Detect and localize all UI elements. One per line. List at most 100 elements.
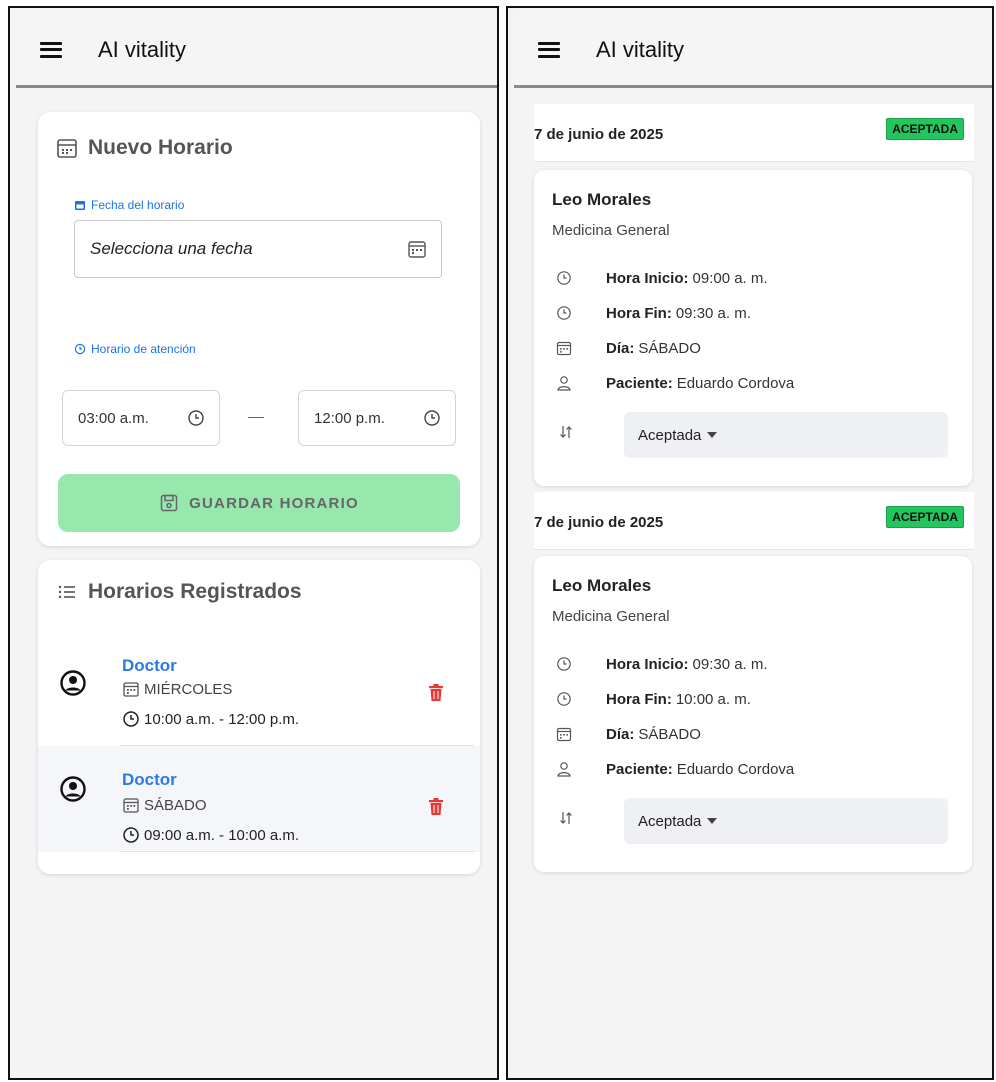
left-screen: AI vitality Nuevo Horario Fecha del hora… bbox=[8, 6, 499, 1080]
save-schedule-label: GUARDAR HORARIO bbox=[189, 494, 359, 512]
time-range-separator bbox=[248, 417, 264, 418]
save-icon bbox=[160, 494, 178, 512]
calendar-small-icon bbox=[75, 201, 85, 210]
chevron-down-icon bbox=[707, 818, 718, 824]
day-label: Día: bbox=[606, 339, 635, 357]
calendar-icon bbox=[57, 139, 77, 158]
date-field-label: Fecha del horario bbox=[74, 198, 184, 212]
doctor-name: Leo Morales bbox=[552, 190, 652, 209]
clock-icon bbox=[557, 692, 571, 706]
status-badge: ACEPTADA bbox=[886, 506, 964, 528]
schedule-item: Doctor SÁBADO 09:00 a.m. - 10:00 a.m. bbox=[38, 746, 480, 852]
end-time-value: 10:00 a. m. bbox=[675, 690, 751, 708]
patient-row: Paciente: Eduardo Cordova bbox=[556, 758, 794, 780]
schedule-doctor-name: Doctor bbox=[122, 656, 177, 675]
appointment-date: 7 de junio de 2025 bbox=[534, 514, 664, 531]
swap-vertical-icon bbox=[560, 812, 572, 824]
appointment-card: Leo Morales Medicina General Hora Inicio… bbox=[534, 556, 972, 872]
clock-icon[interactable] bbox=[187, 409, 205, 427]
start-time-label: Hora Inicio: bbox=[606, 655, 689, 673]
right-screen: AI vitality 7 de junio de 2025 ACEPTADA … bbox=[506, 6, 994, 1080]
schedule-time: 10:00 a.m. - 12:00 p.m. bbox=[122, 710, 299, 728]
status-select-value: Aceptada bbox=[638, 812, 702, 830]
hours-field-label: Horario de atención bbox=[74, 342, 196, 356]
day-value: SÁBADO bbox=[638, 725, 701, 743]
start-time-row: Hora Inicio: 09:00 a. m. bbox=[556, 267, 768, 289]
clock-small-icon bbox=[74, 343, 86, 355]
delete-icon[interactable] bbox=[428, 684, 444, 702]
person-icon bbox=[557, 762, 571, 777]
account-circle-icon bbox=[60, 670, 86, 696]
delete-icon[interactable] bbox=[428, 798, 444, 816]
appointment-date: 7 de junio de 2025 bbox=[534, 126, 664, 143]
patient-label: Paciente: bbox=[606, 760, 673, 778]
calendar-icon bbox=[123, 682, 139, 697]
status-select[interactable]: Aceptada bbox=[624, 798, 948, 844]
start-time-input[interactable]: 03:00 a.m. bbox=[62, 390, 220, 446]
doctor-specialty: Medicina General bbox=[552, 608, 670, 625]
registered-title: Horarios Registrados bbox=[56, 580, 302, 604]
calendar-icon bbox=[556, 341, 572, 356]
start-time-row: Hora Inicio: 09:30 a. m. bbox=[556, 653, 768, 675]
clock-icon bbox=[557, 271, 571, 285]
save-schedule-button[interactable]: GUARDAR HORARIO bbox=[58, 474, 460, 532]
clock-icon bbox=[557, 657, 571, 671]
date-header: 7 de junio de 2025 ACEPTADA bbox=[534, 492, 974, 550]
end-time-input[interactable]: 12:00 p.m. bbox=[298, 390, 456, 446]
schedule-day-text: MIÉRCOLES bbox=[144, 680, 233, 698]
start-time-value: 09:30 a. m. bbox=[692, 655, 768, 673]
schedule-item: Doctor MIÉRCOLES 10:00 a.m. - 12:00 p.m. bbox=[38, 640, 480, 746]
new-schedule-title-text: Nuevo Horario bbox=[88, 136, 233, 159]
patient-label: Paciente: bbox=[606, 374, 673, 392]
date-input[interactable]: Selecciona una fecha bbox=[74, 220, 442, 278]
date-header: 7 de junio de 2025 ACEPTADA bbox=[534, 104, 974, 162]
hours-field-label-text: Horario de atención bbox=[91, 342, 196, 356]
start-time-value: 03:00 a.m. bbox=[78, 409, 149, 427]
end-time-label: Hora Fin: bbox=[606, 304, 672, 322]
calendar-picker-icon[interactable] bbox=[407, 239, 427, 259]
date-field-label-text: Fecha del horario bbox=[91, 198, 185, 212]
registered-schedules-card: Horarios Registrados Doctor MIÉRCOLES 10… bbox=[38, 560, 480, 874]
start-time-value: 09:00 a. m. bbox=[692, 269, 768, 287]
day-row: Día: SÁBADO bbox=[556, 337, 701, 359]
appointment-card: Leo Morales Medicina General Hora Inicio… bbox=[534, 170, 972, 486]
person-icon bbox=[557, 376, 571, 391]
chevron-down-icon bbox=[707, 432, 718, 438]
status-select[interactable]: Aceptada bbox=[624, 412, 948, 458]
doctor-specialty: Medicina General bbox=[552, 222, 670, 239]
app-bar: AI vitality bbox=[16, 14, 497, 88]
patient-value: Eduardo Cordova bbox=[676, 374, 795, 392]
app-title: AI vitality bbox=[98, 36, 187, 62]
menu-icon[interactable] bbox=[538, 41, 560, 58]
end-time-row: Hora Fin: 10:00 a. m. bbox=[556, 688, 751, 710]
clock-icon bbox=[123, 711, 139, 727]
calendar-icon bbox=[123, 798, 139, 813]
menu-icon[interactable] bbox=[40, 41, 62, 58]
schedule-day: SÁBADO bbox=[122, 796, 207, 814]
patient-row: Paciente: Eduardo Cordova bbox=[556, 372, 794, 394]
new-schedule-card: Nuevo Horario Fecha del horario Seleccio… bbox=[38, 112, 480, 546]
day-value: SÁBADO bbox=[638, 339, 701, 357]
end-time-value: 12:00 p.m. bbox=[314, 409, 385, 427]
doctor-name: Leo Morales bbox=[552, 576, 652, 595]
app-title: AI vitality bbox=[596, 36, 685, 62]
date-placeholder: Selecciona una fecha bbox=[90, 239, 253, 258]
list-icon bbox=[58, 585, 75, 599]
clock-icon[interactable] bbox=[423, 409, 441, 427]
account-circle-icon bbox=[60, 776, 86, 802]
schedule-time-text: 10:00 a.m. - 12:00 p.m. bbox=[144, 710, 300, 728]
app-bar: AI vitality bbox=[514, 14, 992, 88]
schedule-time-text: 09:00 a.m. - 10:00 a.m. bbox=[144, 826, 300, 844]
patient-value: Eduardo Cordova bbox=[676, 760, 795, 778]
schedule-day: MIÉRCOLES bbox=[122, 680, 232, 698]
end-time-row: Hora Fin: 09:30 a. m. bbox=[556, 302, 751, 324]
registered-title-text: Horarios Registrados bbox=[88, 580, 302, 603]
end-time-label: Hora Fin: bbox=[606, 690, 672, 708]
new-schedule-title: Nuevo Horario bbox=[56, 136, 233, 160]
clock-icon bbox=[557, 306, 571, 320]
swap-vertical-icon bbox=[560, 426, 572, 438]
status-select-value: Aceptada bbox=[638, 426, 702, 444]
row-divider bbox=[120, 851, 474, 852]
calendar-icon bbox=[556, 727, 572, 742]
start-time-label: Hora Inicio: bbox=[606, 269, 689, 287]
